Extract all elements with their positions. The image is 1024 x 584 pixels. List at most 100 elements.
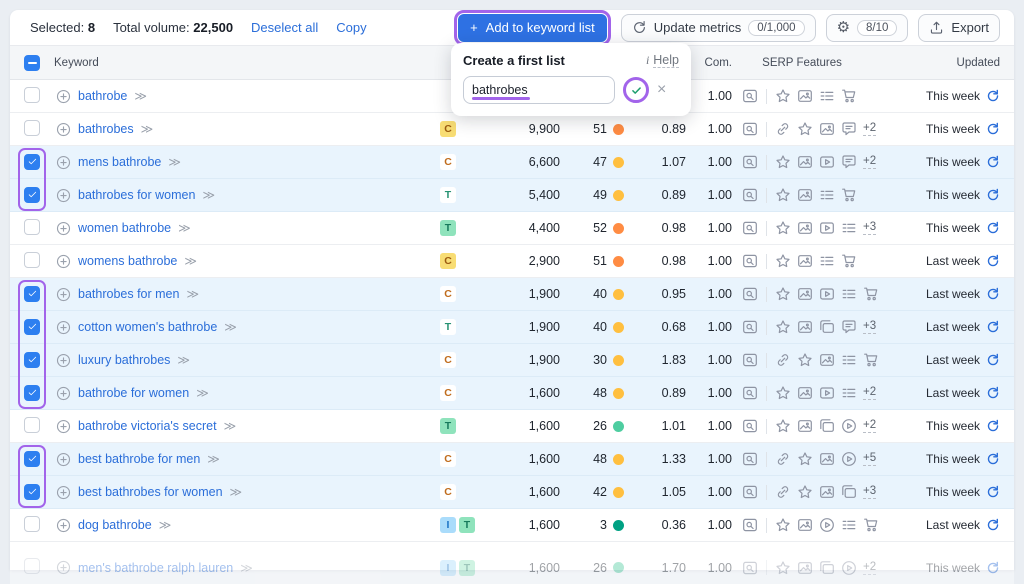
refresh-keyword-icon[interactable] xyxy=(986,89,1000,103)
keyword-link[interactable]: bathrobes xyxy=(78,122,134,136)
expand-keyword-icon[interactable] xyxy=(56,452,71,467)
refresh-keyword-icon[interactable] xyxy=(986,320,1000,334)
row-checkbox[interactable] xyxy=(24,318,40,335)
keyword-chevrons-icon[interactable]: ≫ xyxy=(196,386,209,400)
refresh-keyword-icon[interactable] xyxy=(986,386,1000,400)
keyword-chevrons-icon[interactable]: ≫ xyxy=(159,518,172,532)
refresh-keyword-icon[interactable] xyxy=(986,485,1000,499)
row-checkbox[interactable] xyxy=(24,416,40,433)
row-checkbox[interactable] xyxy=(24,119,40,136)
row-checkbox[interactable] xyxy=(24,251,40,268)
keyword-link[interactable]: bathrobes for women xyxy=(78,188,195,202)
confirm-list-button[interactable] xyxy=(623,77,649,103)
refresh-keyword-icon[interactable] xyxy=(986,155,1000,169)
refresh-keyword-icon[interactable] xyxy=(986,561,1000,575)
serp-preview-icon[interactable] xyxy=(742,484,758,500)
keyword-link[interactable]: bathrobe for women xyxy=(78,386,189,400)
keyword-link[interactable]: bathrobe victoria's secret xyxy=(78,419,217,433)
expand-keyword-icon[interactable] xyxy=(56,221,71,236)
row-checkbox[interactable] xyxy=(24,351,40,368)
refresh-keyword-icon[interactable] xyxy=(986,419,1000,433)
expand-keyword-icon[interactable] xyxy=(56,188,71,203)
keyword-chevrons-icon[interactable]: ≫ xyxy=(134,89,147,103)
row-checkbox[interactable] xyxy=(24,86,40,103)
serp-preview-icon[interactable] xyxy=(742,418,758,434)
refresh-keyword-icon[interactable] xyxy=(986,254,1000,268)
keyword-link[interactable]: bathrobes for men xyxy=(78,287,179,301)
row-checkbox[interactable] xyxy=(24,153,40,170)
keyword-chevrons-icon[interactable]: ≫ xyxy=(240,561,253,575)
copy-link[interactable]: Copy xyxy=(336,20,366,35)
select-all-checkbox[interactable] xyxy=(24,54,40,71)
serp-preview-icon[interactable] xyxy=(742,220,758,236)
update-metrics-button[interactable]: Update metrics 0/1,000 xyxy=(620,13,816,42)
serp-preview-icon[interactable] xyxy=(742,352,758,368)
serp-preview-icon[interactable] xyxy=(742,88,758,104)
row-checkbox[interactable] xyxy=(24,558,40,574)
serp-preview-icon[interactable] xyxy=(742,253,758,269)
serp-preview-icon[interactable] xyxy=(742,385,758,401)
keyword-chevrons-icon[interactable]: ≫ xyxy=(230,485,243,499)
row-checkbox[interactable] xyxy=(24,218,40,235)
refresh-keyword-icon[interactable] xyxy=(986,122,1000,136)
row-checkbox[interactable] xyxy=(24,483,40,500)
keyword-link[interactable]: womens bathrobe xyxy=(78,254,177,268)
column-header-com[interactable]: Com. xyxy=(686,57,732,69)
keyword-link[interactable]: men's bathrobe ralph lauren xyxy=(78,561,233,575)
column-header-updated[interactable]: Updated xyxy=(872,57,1014,69)
expand-keyword-icon[interactable] xyxy=(56,560,71,575)
keyword-chevrons-icon[interactable]: ≫ xyxy=(141,122,154,136)
keyword-chevrons-icon[interactable]: ≫ xyxy=(224,320,237,334)
expand-keyword-icon[interactable] xyxy=(56,254,71,269)
serp-preview-icon[interactable] xyxy=(742,560,758,576)
expand-keyword-icon[interactable] xyxy=(56,89,71,104)
refresh-keyword-icon[interactable] xyxy=(986,518,1000,532)
keyword-link[interactable]: cotton women's bathrobe xyxy=(78,320,217,334)
row-checkbox[interactable] xyxy=(24,186,40,203)
keyword-chevrons-icon[interactable]: ≫ xyxy=(178,221,191,235)
settings-button[interactable]: ⚙ 8/10 xyxy=(825,13,909,42)
keyword-link[interactable]: dog bathrobe xyxy=(78,518,152,532)
keyword-link[interactable]: best bathrobes for women xyxy=(78,485,223,499)
serp-preview-icon[interactable] xyxy=(742,154,758,170)
expand-keyword-icon[interactable] xyxy=(56,287,71,302)
refresh-keyword-icon[interactable] xyxy=(986,353,1000,367)
keyword-chevrons-icon[interactable]: ≫ xyxy=(207,452,220,466)
row-checkbox[interactable] xyxy=(24,285,40,302)
expand-keyword-icon[interactable] xyxy=(56,419,71,434)
expand-keyword-icon[interactable] xyxy=(56,122,71,137)
list-name-input[interactable] xyxy=(463,76,615,104)
refresh-keyword-icon[interactable] xyxy=(986,287,1000,301)
column-header-keyword[interactable]: Keyword xyxy=(44,57,440,69)
expand-keyword-icon[interactable] xyxy=(56,386,71,401)
keyword-chevrons-icon[interactable]: ≫ xyxy=(224,419,237,433)
serp-preview-icon[interactable] xyxy=(742,286,758,302)
expand-keyword-icon[interactable] xyxy=(56,353,71,368)
row-checkbox[interactable] xyxy=(24,515,40,532)
row-checkbox[interactable] xyxy=(24,450,40,467)
expand-keyword-icon[interactable] xyxy=(56,485,71,500)
export-button[interactable]: Export xyxy=(918,13,1000,42)
refresh-keyword-icon[interactable] xyxy=(986,452,1000,466)
keyword-link[interactable]: mens bathrobe xyxy=(78,155,161,169)
close-icon[interactable]: × xyxy=(657,82,666,98)
keyword-link[interactable]: bathrobe xyxy=(78,89,127,103)
serp-preview-icon[interactable] xyxy=(742,517,758,533)
keyword-chevrons-icon[interactable]: ≫ xyxy=(177,353,190,367)
keyword-link[interactable]: women bathrobe xyxy=(78,221,171,235)
refresh-keyword-icon[interactable] xyxy=(986,221,1000,235)
expand-keyword-icon[interactable] xyxy=(56,518,71,533)
serp-preview-icon[interactable] xyxy=(742,187,758,203)
keyword-chevrons-icon[interactable]: ≫ xyxy=(186,287,199,301)
column-header-serp-features[interactable]: SERP Features xyxy=(732,57,872,69)
keyword-chevrons-icon[interactable]: ≫ xyxy=(168,155,181,169)
keyword-link[interactable]: luxury bathrobes xyxy=(78,353,170,367)
refresh-keyword-icon[interactable] xyxy=(986,188,1000,202)
keyword-chevrons-icon[interactable]: ≫ xyxy=(184,254,197,268)
row-checkbox[interactable] xyxy=(24,384,40,401)
help-link[interactable]: Help xyxy=(653,53,679,68)
keyword-link[interactable]: best bathrobe for men xyxy=(78,452,200,466)
expand-keyword-icon[interactable] xyxy=(56,320,71,335)
deselect-all-link[interactable]: Deselect all xyxy=(251,20,318,35)
serp-preview-icon[interactable] xyxy=(742,451,758,467)
